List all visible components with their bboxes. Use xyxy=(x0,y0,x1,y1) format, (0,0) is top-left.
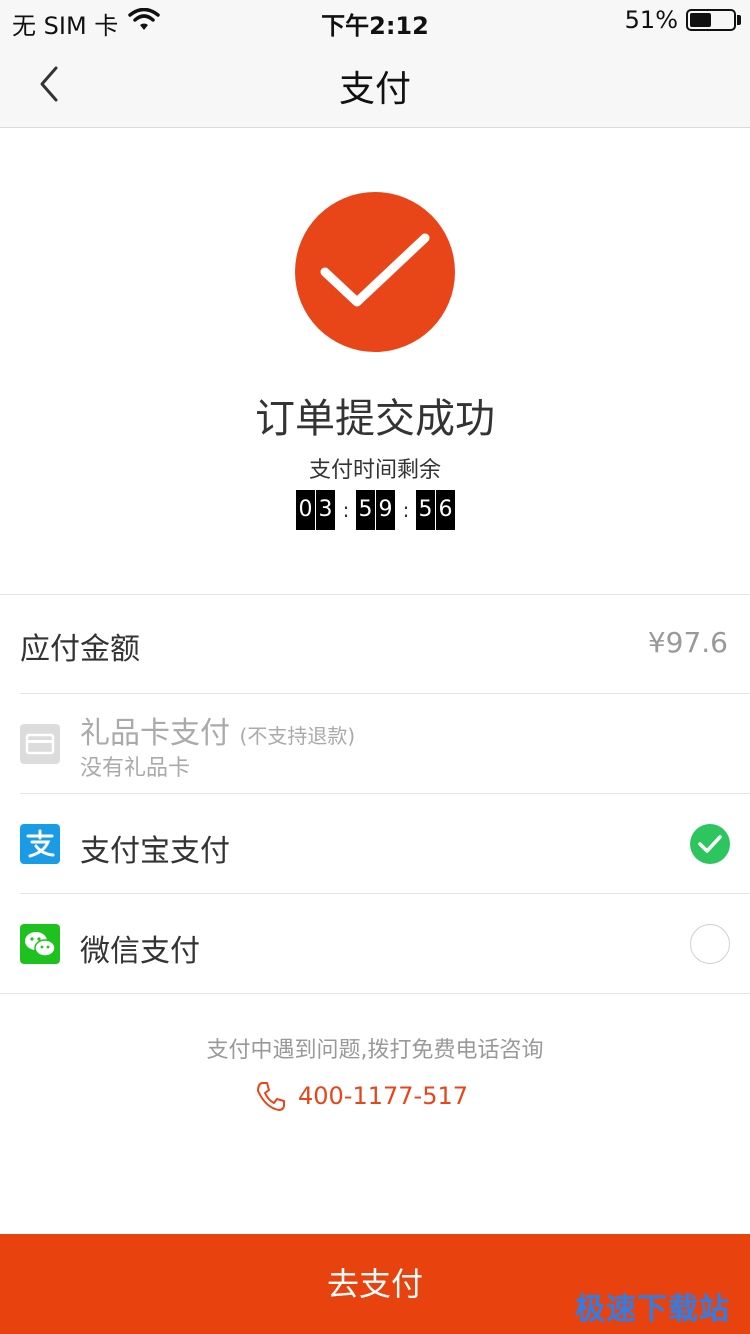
gift-card-note: (不支持退款) xyxy=(239,724,356,748)
amount-value: ¥97.6 xyxy=(647,626,728,659)
success-title: 订单提交成功 xyxy=(255,396,495,442)
unselected-radio-icon[interactable] xyxy=(690,924,730,964)
battery-tip xyxy=(737,15,741,25)
nav-bar: 支付 xyxy=(0,40,750,128)
gift-card-title: 礼品卡支付 (不支持退款) xyxy=(80,708,355,752)
help-text: 支付中遇到问题,拨打免费电话咨询 xyxy=(206,1038,544,1063)
countdown-timer: 0 3 : 5 9 : 5 6 xyxy=(296,490,456,530)
divider xyxy=(0,594,750,595)
checkmark-icon xyxy=(320,233,430,307)
watermark-text: 极速下载站 xyxy=(575,1292,730,1327)
phone-link[interactable]: 400-1177-517 xyxy=(254,1078,468,1114)
gift-card-subtitle: 没有礼品卡 xyxy=(80,756,191,781)
battery-percent: 51% xyxy=(624,6,678,34)
selected-check-icon[interactable] xyxy=(690,824,730,864)
wechat-label: 微信支付 xyxy=(80,934,200,969)
gift-card-icon xyxy=(20,724,60,764)
countdown-second-digit: 6 xyxy=(436,490,455,530)
card-glyph xyxy=(25,733,55,755)
phone-number: 400-1177-517 xyxy=(298,1082,469,1110)
countdown-second-digit: 5 xyxy=(416,490,435,530)
countdown-hour-digit: 0 xyxy=(296,490,315,530)
page-title: 支付 xyxy=(338,69,411,110)
wechat-glyph xyxy=(25,932,56,957)
divider xyxy=(0,993,750,994)
countdown-minute-digit: 9 xyxy=(376,490,395,530)
alipay-label: 支付宝支付 xyxy=(80,834,230,869)
countdown-separator: : xyxy=(402,498,410,522)
alipay-icon xyxy=(20,824,60,864)
checkmark-circle-icon xyxy=(295,192,455,352)
amount-label: 应付金额 xyxy=(20,632,140,667)
battery-icon xyxy=(686,9,736,31)
gift-card-label: 礼品卡支付 xyxy=(80,716,230,751)
countdown-label: 支付时间剩余 xyxy=(308,458,441,483)
countdown-separator: : xyxy=(342,498,350,522)
status-bar: 无 SIM 卡 下午2:12 51% xyxy=(0,0,750,40)
alipay-glyph xyxy=(26,829,55,858)
phone-icon xyxy=(257,1082,285,1111)
countdown-minute-digit: 5 xyxy=(356,490,375,530)
check-glyph xyxy=(698,835,722,853)
battery-fill xyxy=(690,13,711,27)
countdown-hour-digit: 3 xyxy=(316,490,335,530)
wechat-pay-icon xyxy=(20,924,60,964)
